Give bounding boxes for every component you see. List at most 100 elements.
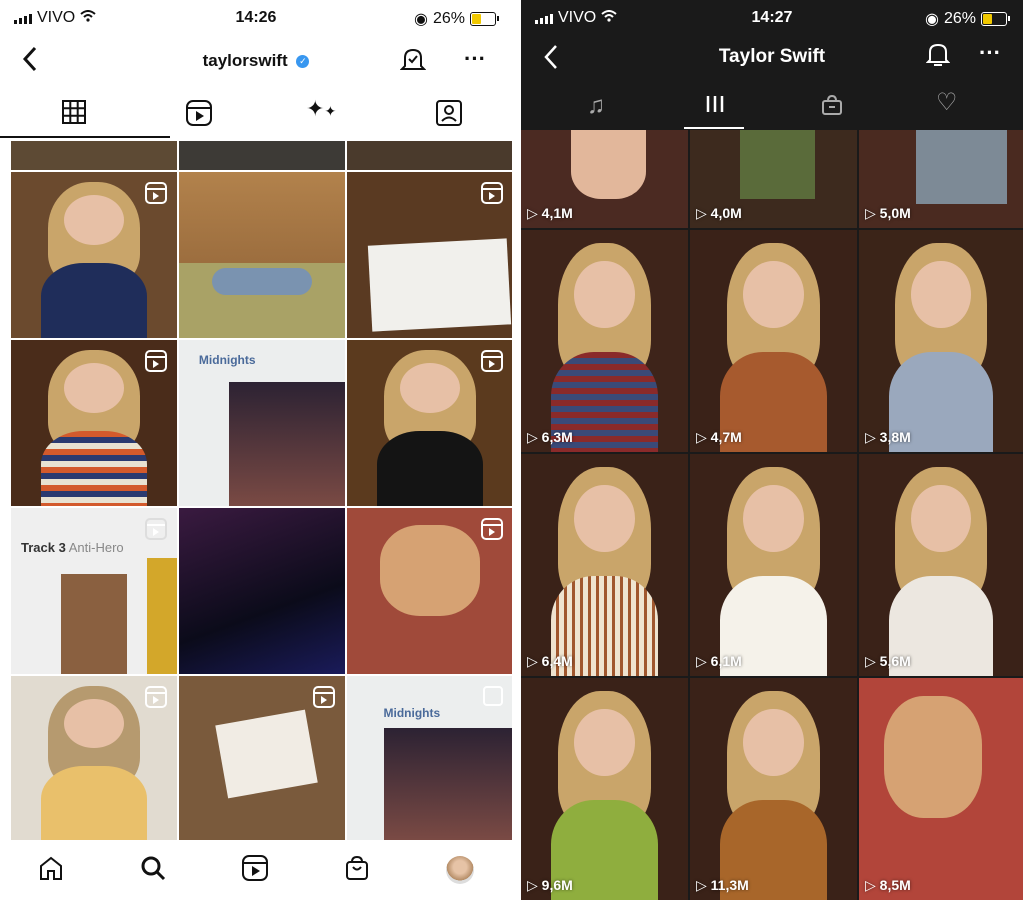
post-tile[interactable] (179, 141, 345, 170)
post-tile[interactable]: Midnights (179, 340, 345, 506)
post-tile[interactable] (347, 508, 512, 674)
bottom-nav (0, 840, 512, 900)
post-tile[interactable] (347, 340, 512, 506)
profile-avatar[interactable] (446, 856, 474, 884)
video-tile[interactable]: ▷ 4,7M (690, 230, 857, 452)
reel-icon (145, 518, 167, 540)
post-tile[interactable] (11, 172, 177, 338)
view-count-value: 6,1M (710, 653, 742, 669)
battery-percent: 26% (943, 10, 976, 27)
video-tile[interactable]: ▷ 11,3M (690, 678, 857, 900)
tiktok-screen: VIVO 14:27 ◉ 26% Taylor Swift ··· ♫ ♡ ▷ … (521, 0, 1023, 900)
active-tab-indicator (684, 127, 744, 129)
video-tile[interactable]: ▷ 6,3M (521, 230, 688, 452)
view-count: ▷ 6,1M (696, 653, 742, 669)
track-label: Track 3 Anti-Hero (21, 540, 124, 555)
tab-liked-icon[interactable]: ♡ (936, 88, 958, 117)
post-tile[interactable] (179, 172, 345, 338)
lock-rotation-icon: ◉ (925, 11, 939, 28)
post-tile[interactable] (11, 676, 177, 840)
view-count-value: 6,3M (541, 429, 573, 445)
reel-icon (145, 686, 167, 708)
post-tile[interactable] (179, 676, 345, 840)
video-tile[interactable]: ▷ 6,1M (690, 454, 857, 676)
battery-icon (981, 12, 1010, 26)
view-count-value: 4,0M (710, 205, 742, 221)
view-count-value: 11,3M (710, 877, 749, 893)
more-options-icon[interactable]: ··· (979, 40, 1001, 66)
post-tile[interactable] (11, 141, 177, 170)
view-count: ▷ 5,0M (865, 205, 911, 221)
reel-icon (481, 350, 503, 372)
view-count-value: 8,5M (879, 877, 911, 893)
view-count-value: 4,7M (710, 429, 742, 445)
profile-header: taylorswift ✓ ··· (0, 38, 512, 82)
album-title: Midnights (198, 353, 256, 368)
more-options-icon[interactable]: ··· (464, 46, 486, 72)
video-tile[interactable]: ▷ 3,8M (859, 230, 1023, 452)
view-count: ▷ 4,0M (696, 205, 742, 221)
status-bar: VIVO 14:27 ◉ 26% (521, 0, 1023, 30)
video-tile[interactable]: ▷ 8,5M (859, 678, 1023, 900)
video-tile[interactable]: ▷ 5,0M (859, 130, 1023, 228)
video-tile[interactable]: ▷ 5,6M (859, 454, 1023, 676)
notification-bell-icon[interactable] (925, 42, 951, 73)
battery-icon (470, 12, 499, 26)
verified-icon: ✓ (296, 55, 310, 69)
active-tab-indicator (0, 136, 170, 138)
video-tile[interactable]: ▷ 6,4M (521, 454, 688, 676)
video-tile[interactable]: ▷ 9,6M (521, 678, 688, 900)
lock-rotation-icon: ◉ (414, 11, 428, 28)
track-name: Anti-Hero (68, 540, 124, 555)
view-count-value: 5,0M (879, 205, 911, 221)
profile-header: Taylor Swift ··· (521, 36, 1023, 80)
notification-bell-icon[interactable] (399, 46, 427, 79)
tab-grid[interactable] (62, 100, 86, 129)
reel-icon (481, 518, 503, 540)
view-count: ▷ 4,7M (696, 429, 742, 445)
post-tile[interactable] (347, 172, 512, 338)
reel-icon (145, 350, 167, 372)
home-icon[interactable] (38, 855, 64, 886)
view-count: ▷ 6,3M (527, 429, 573, 445)
view-count: ▷ 5,6M (865, 653, 911, 669)
view-count-value: 9,6M (541, 877, 573, 893)
track-number: Track 3 (21, 540, 66, 555)
view-count: ▷ 11,3M (696, 877, 749, 893)
view-count: ▷ 3,8M (865, 429, 911, 445)
view-count: ▷ 4,1M (527, 205, 573, 221)
tab-videos-icon[interactable] (705, 94, 725, 119)
post-tile[interactable] (11, 340, 177, 506)
album-title: Midnights (383, 705, 441, 720)
battery-percent: 26% (432, 10, 465, 27)
video-tile[interactable]: ▷ 4,1M (521, 130, 688, 228)
view-count: ▷ 9,6M (527, 877, 573, 893)
shop-icon[interactable] (344, 855, 370, 886)
multi-post-icon (483, 686, 503, 706)
post-tile[interactable]: Track 3 Anti-Hero (11, 508, 177, 674)
tab-guides-icon[interactable]: ✦✦ (306, 96, 336, 122)
instagram-screen: VIVO 14:26 ◉ 26% taylorswift ✓ ··· ✦✦ Mi… (0, 0, 512, 900)
profile-tabs: ♫ ♡ (521, 86, 1023, 130)
tab-music-icon[interactable]: ♫ (587, 92, 605, 120)
search-icon[interactable] (140, 855, 166, 886)
view-count: ▷ 6,4M (527, 653, 573, 669)
post-tile[interactable] (179, 508, 345, 674)
post-tile[interactable]: Midnights (347, 676, 512, 840)
view-count-value: 6,4M (541, 653, 573, 669)
view-count-value: 4,1M (541, 205, 573, 221)
tab-tagged[interactable] (436, 98, 462, 131)
tab-shop-icon[interactable] (821, 94, 843, 121)
view-count-value: 3,8M (879, 429, 911, 445)
view-count-value: 5,6M (879, 653, 911, 669)
status-bar: VIVO 14:26 ◉ 26% (0, 0, 512, 30)
profile-tabs: ✦✦ (0, 92, 512, 140)
view-count: ▷ 8,5M (865, 877, 911, 893)
reel-icon (313, 686, 335, 708)
post-tile[interactable] (347, 141, 512, 170)
reel-icon (145, 182, 167, 204)
reel-icon (481, 182, 503, 204)
tab-reels[interactable] (186, 100, 212, 131)
video-tile[interactable]: ▷ 4,0M (690, 130, 857, 228)
reels-icon[interactable] (242, 854, 268, 886)
